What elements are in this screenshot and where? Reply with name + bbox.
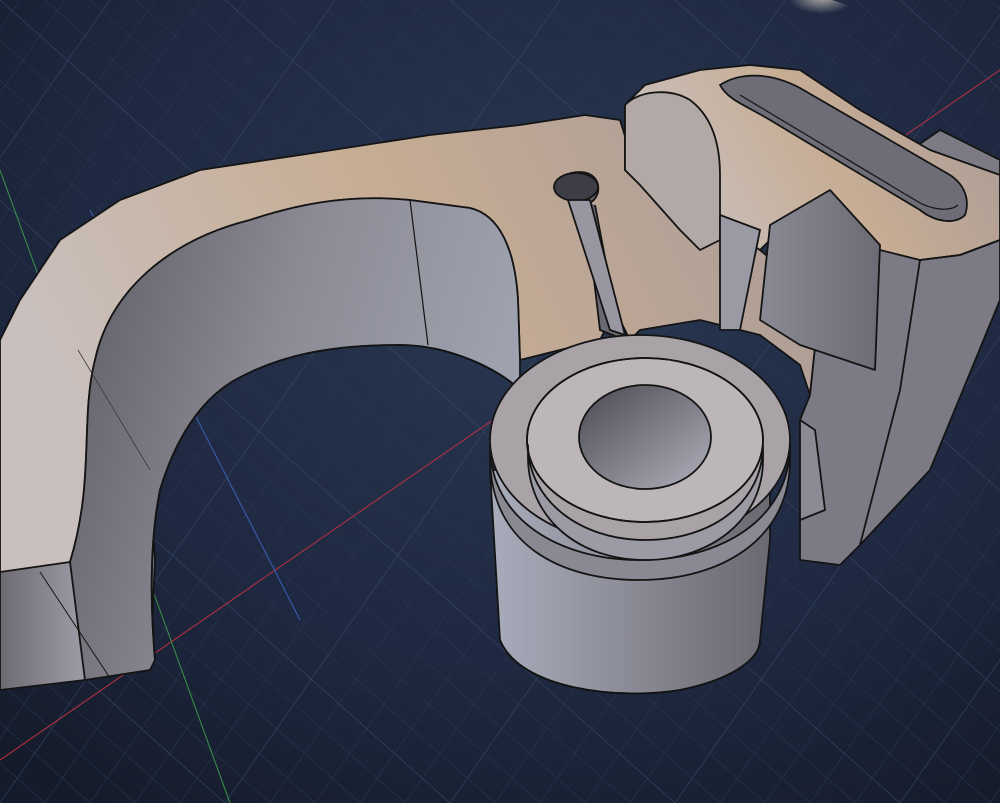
boss-bore [578, 384, 712, 490]
cad-viewport[interactable] [0, 0, 1000, 803]
keyhole-hole [553, 172, 599, 202]
3d-model-canvas[interactable] [0, 0, 1000, 803]
